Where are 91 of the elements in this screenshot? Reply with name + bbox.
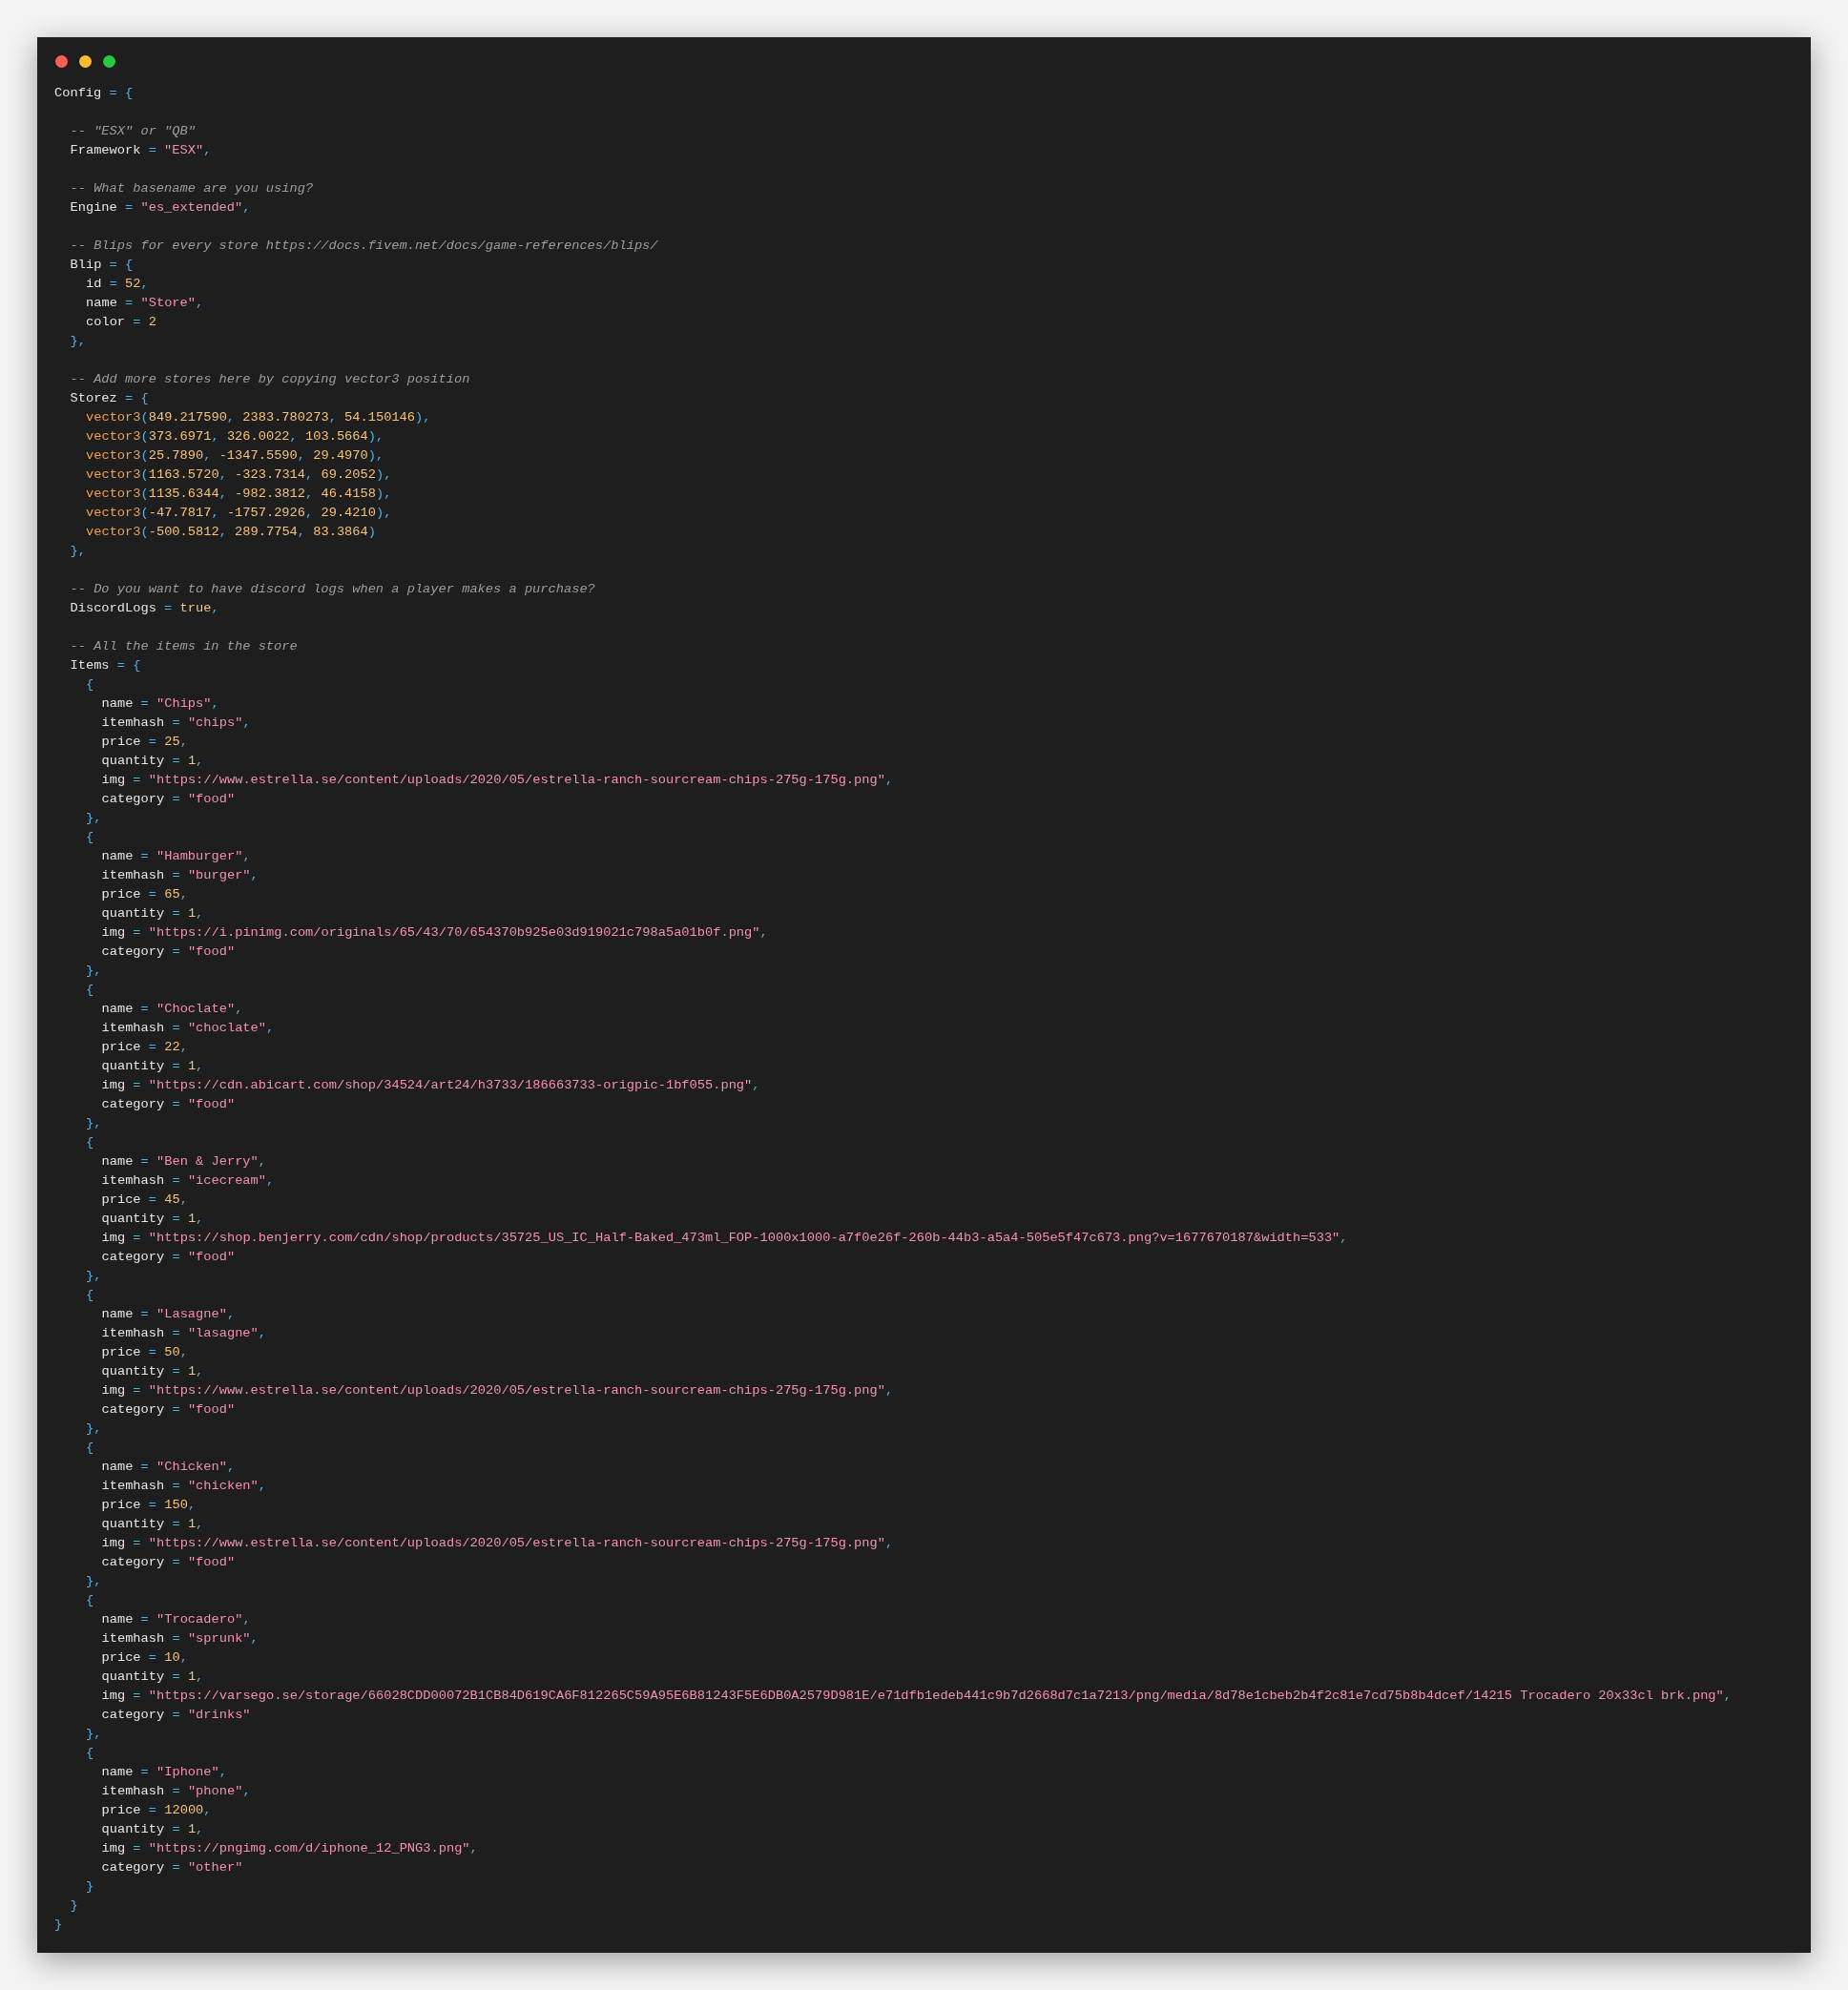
code-line: { [86,1440,94,1457]
code-line: -- What basename are you using? [70,180,314,197]
code-line: { [86,1287,94,1304]
code-line: quantity = 1, [101,753,204,770]
code-line: img = "https://varsego.se/storage/66028CDD00072B1CB84D619CA6F812265C59A95E6B81243F5E6DB0A2579D981E/e71dfb1edeb441c9b7d2668d7c1a7213/png/media/8d78e1cbeb2b4f2c81e7cd75b8b4dcef/14215 Trocadero 20x33cl brk.png", [101,1688,1732,1705]
code-line: id = 52, [86,276,149,293]
code-line: Blip = { [70,257,134,274]
code-line: { [86,1134,94,1151]
code-line: price = 50, [101,1344,188,1361]
code-line: name = "Ben & Jerry", [101,1153,266,1171]
code-line: }, [86,810,102,827]
code-line: name = "Lasagne", [101,1306,236,1323]
code-line: itemhash = "phone", [101,1783,251,1800]
code-line: Items = { [70,657,141,674]
code-line: { [86,982,94,999]
code-line: }, [86,1115,102,1132]
code-line: Storez = { [70,390,149,407]
code-line: itemhash = "choclate", [101,1020,275,1037]
code-line: }, [86,1420,102,1438]
code-line: -- Add more stores here by copying vector3 position [70,371,470,388]
code-line: price = 12000, [101,1802,212,1819]
code-line: } [54,1917,63,1934]
code-line: { [86,829,94,846]
code-line: { [86,1592,94,1609]
code-line: }, [86,963,102,980]
code-line: img = "https://cdn.abicart.com/shop/34524/art24/h3733/186663733-origpic-1bf055.png", [101,1077,760,1094]
code-line: itemhash = "lasagne", [101,1325,267,1342]
code-line: vector3(1163.5720, -323.7314, 69.2052), [86,466,392,484]
code-line: quantity = 1, [101,905,204,922]
code-line: vector3(1135.6344, -982.3812, 46.4158), [86,486,392,503]
code-line: img = "https://i.pinimg.com/originals/65/43/70/654370b925e03d919021c798a5a01b0f.png", [101,924,768,942]
code-line: vector3(-500.5812, 289.7754, 83.3864) [86,524,376,541]
code-line: -- All the items in the store [70,638,298,655]
code-line: img = "https://shop.benjerry.com/cdn/shop/products/35725_US_IC_Half-Baked_473ml_FOP-1000x1000-a7f0e26f-260b-44b3-a5a4-505e5f47c673.png?v=1677670187&width=533", [101,1230,1348,1247]
code-line: name = "Iphone", [101,1764,227,1781]
code-line: quantity = 1, [101,1058,204,1075]
code-line: vector3(-47.7817, -1757.2926, 29.4210), [86,505,392,522]
code-line: itemhash = "icecream", [101,1172,275,1190]
code-line: Engine = "es_extended", [70,199,251,217]
code-line: Framework = "ESX", [70,142,212,159]
code-line: category = "food" [101,943,236,961]
code-line: category = "food" [101,1249,236,1266]
code-line: price = 45, [101,1192,188,1209]
code-line: price = 22, [101,1039,188,1056]
code-line: itemhash = "sprunk", [101,1630,259,1648]
code-line: price = 150, [101,1497,197,1514]
code-line: vector3(373.6971, 326.0022, 103.5664), [86,428,384,446]
code-line: -- Do you want to have discord logs when a player makes a purchase? [70,581,595,598]
code-line: -- "ESX" or "QB" [70,123,196,140]
code-line: category = "food" [101,1401,236,1419]
code-line: itemhash = "chips", [101,715,251,732]
code-line: img = "https://www.estrella.se/content/uploads/2020/05/estrella-ranch-sourcream-chips-275g-175g.png", [101,772,894,789]
code-line: category = "food" [101,1096,236,1113]
code-line: { [86,676,94,694]
code-line: itemhash = "chicken", [101,1478,267,1495]
code-line: name = "Chicken", [101,1459,236,1476]
code-line: itemhash = "burger", [101,867,259,884]
code-line: quantity = 1, [101,1211,204,1228]
code-line: category = "other" [101,1859,243,1876]
code-line: }, [70,543,86,560]
code-line: name = "Store", [86,295,204,312]
code-line: }, [86,1268,102,1285]
code-line: } [86,1878,94,1896]
code-line: } [70,1897,78,1915]
code-line: price = 10, [101,1649,188,1667]
code-line: { [86,1745,94,1762]
code-line: img = "https://www.estrella.se/content/uploads/2020/05/estrella-ranch-sourcream-chips-275g-175g.png", [101,1382,894,1399]
code-line: color = 2 [86,314,156,331]
code-line: img = "https://www.estrella.se/content/uploads/2020/05/estrella-ranch-sourcream-chips-275g-175g.png", [101,1535,894,1552]
code-line: name = "Chips", [101,695,219,713]
code-line: name = "Trocadero", [101,1611,251,1628]
code-line: vector3(25.7890, -1347.5590, 29.4970), [86,447,384,465]
code-line: DiscordLogs = true, [70,600,219,617]
code-line: price = 65, [101,886,188,903]
code-line: -- Blips for every store https://docs.fivem.net/docs/game-references/blips/ [70,238,658,255]
code-line: quantity = 1, [101,1669,204,1686]
code-line: quantity = 1, [101,1516,204,1533]
code-line: }, [86,1726,102,1743]
code-line: category = "drinks" [101,1707,251,1724]
code-line: Config = { [54,85,134,102]
code-line: }, [86,1573,102,1590]
code-line: price = 25, [101,734,188,751]
code-line: }, [70,333,86,350]
code-line: quantity = 1, [101,1821,204,1838]
code-line: quantity = 1, [101,1363,204,1380]
code-line: category = "food" [101,791,236,808]
code-line: name = "Choclate", [101,1001,243,1018]
code-line: category = "food" [101,1554,236,1571]
code-line: name = "Hamburger", [101,848,251,865]
code-line: img = "https://pngimg.com/d/iphone_12_PNG3.png", [101,1840,478,1857]
code-line: vector3(849.217590, 2383.780273, 54.150146), [86,409,431,426]
